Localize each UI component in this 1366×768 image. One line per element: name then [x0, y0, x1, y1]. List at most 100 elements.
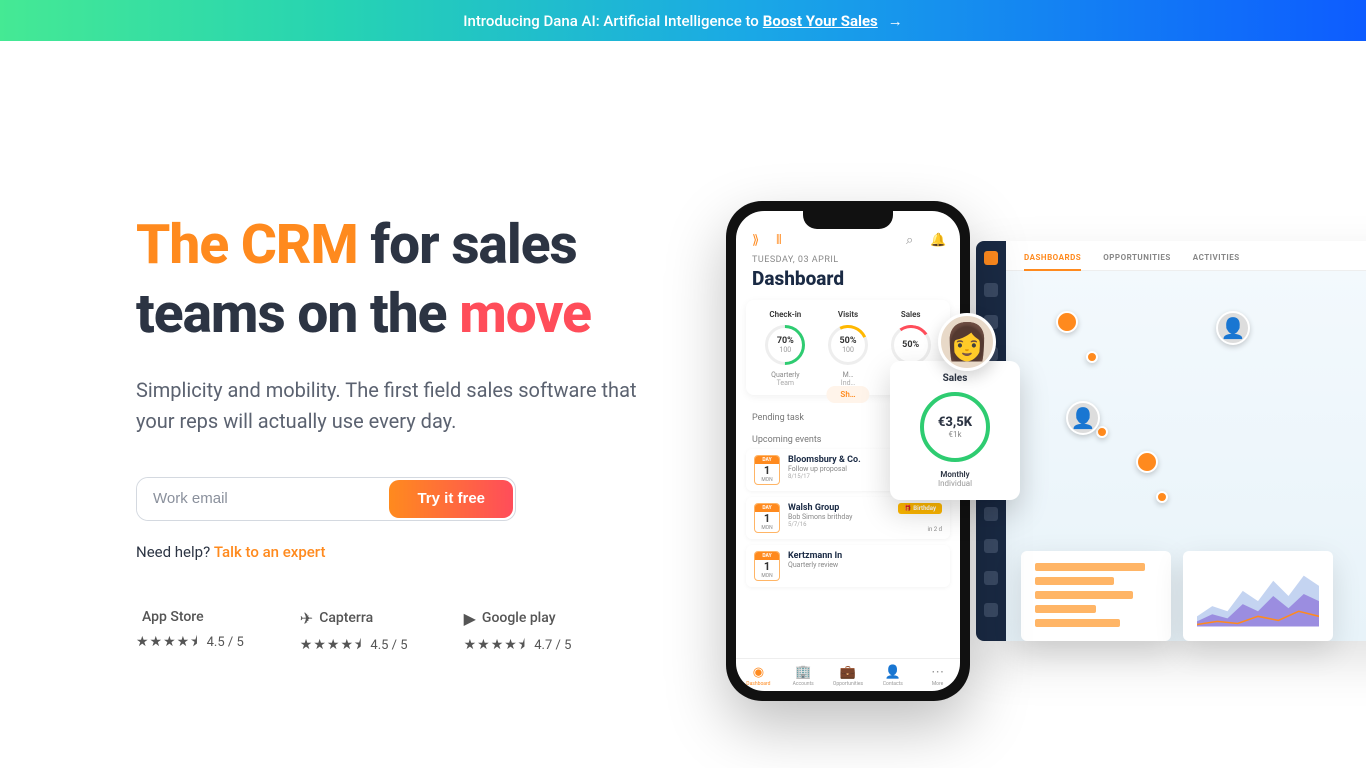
- tab-accounts[interactable]: 🏢Accounts: [781, 665, 826, 687]
- phone-notch: [803, 211, 893, 229]
- talk-to-expert-link[interactable]: Talk to an expert: [214, 543, 326, 561]
- rating-score: 4.5 / 5: [207, 635, 244, 650]
- metric-label: Check-in: [754, 310, 817, 319]
- map-pin-icon: [1086, 351, 1098, 363]
- more-icon: ⋯: [915, 665, 960, 680]
- stars-icon: ★★★★⯨: [464, 634, 527, 658]
- rating-score: 4.5 / 5: [370, 638, 407, 653]
- map-pin-icon: [1056, 311, 1078, 333]
- map-pin-icon: [1136, 451, 1158, 473]
- bar-chart-card: [1021, 551, 1171, 641]
- progress-ring-icon: 50%: [891, 325, 931, 365]
- event-title: Kertzmann In: [788, 551, 942, 561]
- capterra-icon: ✈: [300, 609, 313, 628]
- desktop-tabs: DASHBOARDS OPPORTUNITIES ACTIVITIES: [1006, 241, 1366, 271]
- announcement-link[interactable]: Boost Your Sales: [763, 12, 878, 30]
- day-label: DAY: [755, 456, 779, 464]
- area-chart-card: [1183, 551, 1333, 641]
- avatar-pin: [1216, 311, 1250, 345]
- day-dow: MON: [755, 477, 779, 484]
- event-item[interactable]: DAY 1 MON Kertzmann In Quarterly review: [746, 545, 950, 587]
- tab-label: More: [915, 681, 960, 687]
- tab-label: Contacts: [870, 681, 915, 687]
- google-play-icon: ▶: [464, 609, 476, 628]
- tab-label: Opportunities: [826, 681, 871, 687]
- announcement-bar[interactable]: Introducing Dana AI: Artificial Intellig…: [0, 0, 1366, 41]
- sales-value: €3,5K: [938, 415, 972, 430]
- rating-capterra: ✈ Capterra ★★★★⯨ 4.5 / 5: [300, 609, 408, 658]
- tab-more[interactable]: ⋯More: [915, 665, 960, 687]
- event-meta: in 2 d: [927, 526, 942, 533]
- day-dow: MON: [755, 525, 779, 532]
- sidebar-icon: [984, 251, 998, 265]
- progress-ring-icon: 50% 100: [828, 325, 868, 365]
- hero-title-dark2: teams on the: [136, 282, 459, 346]
- tab-opportunities[interactable]: 💼Opportunities: [826, 665, 871, 687]
- phone-mockup: ⟫ ⦀ ⌕ 🔔 TUESDAY, 03 APRIL Dashboard Chec…: [726, 201, 970, 701]
- hero-title-accent2: move: [459, 282, 591, 346]
- sidebar-icon: [984, 539, 998, 553]
- stars-icon: ★★★★⯨: [136, 631, 199, 655]
- hero-subtitle: Simplicity and mobility. The first field…: [136, 375, 666, 437]
- store-name: App Store: [142, 609, 204, 625]
- store-name: Capterra: [319, 610, 373, 626]
- help-text: Need help? Talk to an expert: [136, 543, 696, 561]
- calendar-day-icon: DAY 1 MON: [754, 551, 780, 581]
- help-prefix: Need help?: [136, 543, 214, 561]
- phone-tabbar: ◉Dashboard 🏢Accounts 💼Opportunities 👤Con…: [736, 658, 960, 691]
- sales-popover: Sales €3,5K €1k Monthly Individual: [890, 361, 1020, 500]
- sales-title: Sales: [900, 373, 1010, 384]
- announcement-text: Introducing Dana AI: Artificial Intellig…: [463, 12, 759, 30]
- tab-activities[interactable]: ACTIVITIES: [1193, 253, 1240, 262]
- sales-footer1: Monthly: [900, 470, 1010, 479]
- tab-dashboard[interactable]: ◉Dashboard: [736, 665, 781, 687]
- hero-title-accent1: The CRM: [136, 213, 358, 277]
- metric-sub: 100: [842, 346, 854, 354]
- tab-dashboards[interactable]: DASHBOARDS: [1024, 253, 1081, 271]
- signal-icon: ⦀: [776, 233, 790, 247]
- rating-score: 4.7 / 5: [534, 638, 571, 653]
- day-num: 1: [755, 464, 779, 477]
- metric-footer: Quarterly: [754, 371, 817, 379]
- phone-title: Dashboard: [736, 265, 960, 300]
- day-num: 1: [755, 560, 779, 573]
- tab-contacts[interactable]: 👤Contacts: [870, 665, 915, 687]
- hero-title: The CRM for sales teams on the move: [136, 211, 696, 349]
- event-date: 5/7/16: [788, 521, 942, 528]
- arrow-right-icon: →: [888, 12, 903, 30]
- tab-opportunities[interactable]: OPPORTUNITIES: [1103, 253, 1171, 262]
- metric-footer2: Team: [754, 379, 817, 387]
- metric-label: Visits: [817, 310, 880, 319]
- event-item[interactable]: DAY 1 MON Walsh Group Bob Simons brithda…: [746, 497, 950, 539]
- sidebar-icon: [984, 603, 998, 617]
- metric-sub: 100: [779, 346, 791, 354]
- sales-footer2: Individual: [900, 479, 1010, 488]
- sidebar-icon: [984, 571, 998, 585]
- try-free-button[interactable]: Try it free: [389, 480, 513, 518]
- metric-pct: 70%: [777, 336, 794, 346]
- search-icon[interactable]: ⌕: [906, 233, 920, 247]
- signup-form: Try it free: [136, 477, 516, 521]
- map-pin-icon: [1156, 491, 1168, 503]
- rating-googleplay: ▶ Google play ★★★★⯨ 4.7 / 5: [464, 609, 572, 658]
- user-avatar: [938, 313, 996, 371]
- sales-ring-icon: €3,5K €1k: [920, 392, 990, 462]
- avatar-pin: [1066, 401, 1100, 435]
- progress-ring-icon: 70% 100: [765, 325, 805, 365]
- sales-goal: €1k: [948, 430, 961, 439]
- map-pin-icon: [1096, 426, 1108, 438]
- metric-pct: 50%: [840, 336, 857, 346]
- logo-icon: ⟫: [752, 233, 766, 247]
- email-input[interactable]: [137, 478, 387, 520]
- birthday-badge: 🎁 Birthday: [898, 503, 942, 514]
- metric-footer: M…: [817, 371, 880, 379]
- calendar-day-icon: DAY 1 MON: [754, 455, 780, 485]
- share-button[interactable]: Sh…: [826, 386, 869, 403]
- event-sub: Quarterly review: [788, 561, 942, 569]
- store-name: Google play: [482, 610, 556, 626]
- bell-icon[interactable]: 🔔: [930, 233, 944, 247]
- dashboard-icon: ◉: [736, 665, 781, 680]
- product-mockups: DASHBOARDS OPPORTUNITIES ACTIVITIES: [726, 191, 1366, 751]
- stars-icon: ★★★★⯨: [300, 634, 363, 658]
- tab-label: Accounts: [781, 681, 826, 687]
